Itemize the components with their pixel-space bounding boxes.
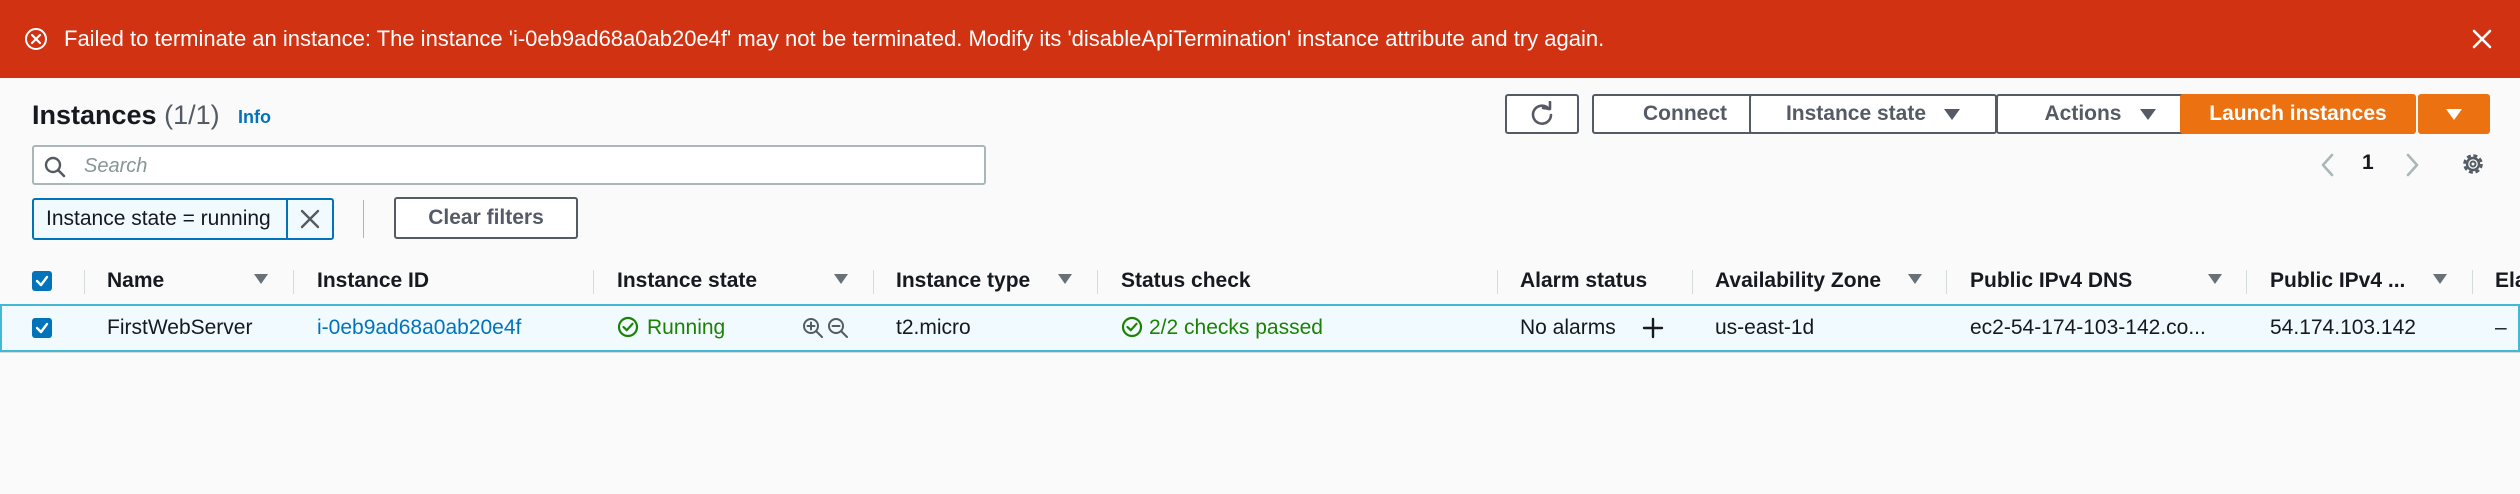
- actions-dropdown[interactable]: Actions: [1996, 94, 2204, 134]
- search-box[interactable]: [32, 145, 986, 185]
- sort-caret-icon[interactable]: [2433, 274, 2447, 284]
- close-icon: [300, 209, 320, 229]
- error-flashbar: Failed to terminate an instance: The ins…: [0, 0, 2520, 78]
- zoom-out-icon[interactable]: [827, 317, 849, 339]
- column-divider: [1692, 270, 1693, 294]
- column-divider: [293, 270, 294, 294]
- cell-name: FirstWebServer: [107, 316, 253, 339]
- state-text: Running: [647, 316, 726, 339]
- error-message: Failed to terminate an instance: The ins…: [64, 26, 1605, 51]
- column-header-status-check[interactable]: Status check: [1121, 258, 1251, 304]
- cell-public-ip: 54.174.103.142: [2270, 316, 2416, 339]
- instance-count: (1/1): [164, 100, 220, 130]
- column-divider: [1946, 270, 1947, 294]
- column-divider: [593, 270, 594, 294]
- instance-state-dropdown[interactable]: Instance state: [1749, 94, 1997, 134]
- column-divider: [2472, 270, 2473, 294]
- cell-instance-state: Running: [617, 306, 725, 350]
- close-icon[interactable]: [2470, 27, 2494, 51]
- check-circle-icon: [617, 316, 639, 338]
- column-divider: [873, 270, 874, 294]
- clear-filters-button[interactable]: Clear filters: [394, 197, 578, 239]
- sort-caret-icon[interactable]: [254, 274, 268, 284]
- select-all-checkbox[interactable]: [32, 271, 52, 291]
- column-header-instance-id[interactable]: Instance ID: [317, 258, 429, 304]
- caret-down-icon: [2139, 108, 2156, 120]
- column-header-instance-type[interactable]: Instance type: [896, 258, 1030, 304]
- sort-caret-icon[interactable]: [834, 274, 848, 284]
- table-header: Name Instance ID Instance state Instance…: [0, 258, 2520, 305]
- column-divider: [1497, 270, 1498, 294]
- sort-caret-icon[interactable]: [2208, 274, 2222, 284]
- column-header-alarm-status[interactable]: Alarm status: [1520, 258, 1647, 304]
- cell-instance-id[interactable]: i-0eb9ad68a0ab20e4f: [317, 306, 521, 350]
- previous-page-icon[interactable]: [2318, 152, 2338, 178]
- cell-alarm-status: No alarms: [1520, 316, 1616, 339]
- column-divider: [84, 270, 85, 294]
- cell-instance-type: t2.micro: [896, 316, 971, 339]
- check-circle-icon: [1121, 316, 1143, 338]
- sort-caret-icon[interactable]: [1908, 274, 1922, 284]
- title-text: Instances: [32, 100, 157, 130]
- caret-down-icon: [1944, 108, 1961, 120]
- sort-caret-icon[interactable]: [1058, 274, 1072, 284]
- column-divider: [2246, 270, 2247, 294]
- search-icon: [44, 156, 66, 178]
- filter-token: Instance state = running: [32, 198, 334, 240]
- filter-token-label: Instance state = running: [34, 200, 288, 238]
- remove-filter-button[interactable]: [288, 200, 332, 238]
- launch-options-dropdown[interactable]: [2418, 94, 2490, 134]
- refresh-icon: [1531, 101, 1553, 125]
- error-icon: [25, 28, 47, 50]
- column-header-elastic-ip[interactable]: Ela: [2495, 258, 2520, 304]
- zoom-in-icon[interactable]: [802, 317, 824, 339]
- search-input[interactable]: [82, 151, 966, 181]
- row-checkbox[interactable]: [32, 318, 52, 338]
- actions-label: Actions: [2044, 102, 2122, 125]
- info-link[interactable]: Info: [238, 107, 271, 128]
- column-header-availability-zone[interactable]: Availability Zone: [1715, 258, 1881, 304]
- column-divider: [1097, 270, 1098, 294]
- column-header-public-dns[interactable]: Public IPv4 DNS: [1970, 258, 2132, 304]
- caret-down-icon: [2446, 108, 2462, 120]
- check-icon: [35, 322, 49, 334]
- current-page[interactable]: 1: [2362, 151, 2374, 175]
- next-page-icon[interactable]: [2402, 152, 2422, 178]
- table-bottom-border: [0, 352, 2520, 353]
- status-check-text: 2/2 checks passed: [1149, 316, 1323, 339]
- cell-public-dns: ec2-54-174-103-142.co...: [1970, 316, 2206, 339]
- filter-divider: [363, 200, 364, 238]
- column-header-public-ip[interactable]: Public IPv4 ...: [2270, 258, 2405, 304]
- table-row[interactable]: FirstWebServer i-0eb9ad68a0ab20e4f Runni…: [0, 304, 2520, 352]
- plus-icon[interactable]: [1642, 317, 1664, 339]
- check-icon: [35, 275, 49, 287]
- cell-elastic-ip: –: [2495, 316, 2507, 339]
- column-header-name[interactable]: Name: [107, 258, 164, 304]
- instance-state-label: Instance state: [1785, 102, 1927, 125]
- refresh-button[interactable]: [1505, 94, 1579, 134]
- column-header-instance-state[interactable]: Instance state: [617, 258, 757, 304]
- cell-availability-zone: us-east-1d: [1715, 316, 1815, 339]
- page-title: Instances (1/1): [32, 100, 220, 131]
- cell-status-check[interactable]: 2/2 checks passed: [1121, 306, 1323, 350]
- gear-icon[interactable]: [2460, 151, 2486, 177]
- launch-instances-button[interactable]: Launch instances: [2180, 94, 2416, 134]
